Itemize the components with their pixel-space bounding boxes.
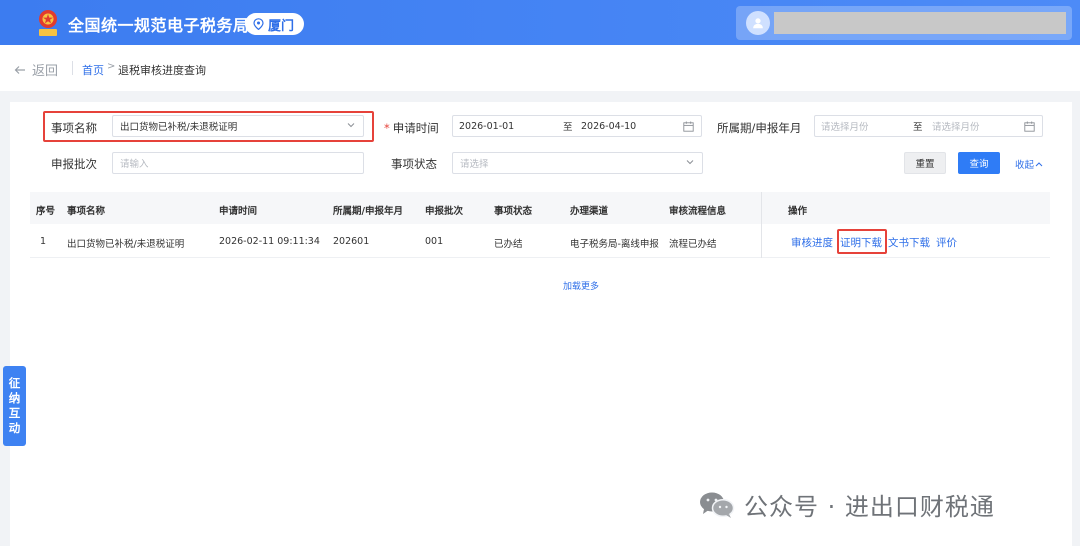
breadcrumb-separator: > xyxy=(107,61,116,72)
th-operations: 操作 xyxy=(788,206,808,217)
th-process: 审核流程信息 xyxy=(669,206,727,217)
th-item-name: 事项名称 xyxy=(67,206,106,217)
interaction-side-tab[interactable]: 征 纳 互 动 xyxy=(3,366,26,446)
cell-batch: 001 xyxy=(425,236,444,247)
reset-button[interactable]: 重置 xyxy=(904,152,946,174)
batch-label: 申报批次 xyxy=(51,157,97,171)
operations-column-divider xyxy=(761,192,762,258)
user-menu[interactable] xyxy=(736,6,1072,40)
evaluate-link[interactable]: 评价 xyxy=(936,235,957,250)
th-period: 所属期/申报年月 xyxy=(333,206,403,217)
th-batch: 申报批次 xyxy=(425,206,464,217)
breadcrumb-current: 退税审核进度查询 xyxy=(118,64,206,77)
apply-time-label-text: 申请时间 xyxy=(392,121,439,135)
back-button[interactable]: 返回 xyxy=(14,60,58,79)
collapse-label: 收起 xyxy=(1015,160,1035,171)
period-range-picker[interactable]: 请选择月份 至 请选择月份 xyxy=(814,115,1043,137)
breadcrumb-home-link[interactable]: 首页 xyxy=(82,62,104,78)
apply-time-range-picker[interactable]: 2026-01-01 至 2026-04-10 xyxy=(452,115,702,137)
document-download-link[interactable]: 文书下载 xyxy=(888,235,930,250)
cell-process: 流程已办结 xyxy=(669,239,717,250)
cell-status: 已办结 xyxy=(494,239,523,250)
cell-channel: 电子税务局-离线申报 xyxy=(570,239,659,250)
wechat-logo-icon xyxy=(700,492,735,518)
period-end-placeholder: 请选择月份 xyxy=(932,122,980,133)
breadcrumb-divider xyxy=(72,61,73,75)
cell-apply-time: 2026-02-11 09:11:34 xyxy=(219,236,320,247)
calendar-icon xyxy=(683,121,694,132)
chevron-up-icon xyxy=(1035,162,1043,167)
cell-period: 202601 xyxy=(333,236,370,247)
cell-index: 1 xyxy=(40,236,47,247)
cell-item-name: 出口货物已补税/未退税证明 xyxy=(67,239,185,250)
period-label: 所属期/申报年月 xyxy=(717,121,802,135)
back-label: 返回 xyxy=(32,64,59,79)
watermark-text: 公众号 · 进出口财税通 xyxy=(744,493,995,521)
batch-input[interactable]: 请输入 xyxy=(112,152,364,174)
site-title: 全国统一规范电子税务局 xyxy=(68,16,250,35)
status-label: 事项状态 xyxy=(391,157,437,171)
user-name-redacted xyxy=(774,12,1066,34)
batch-placeholder: 请输入 xyxy=(120,159,149,170)
status-select[interactable]: 请选择 xyxy=(452,152,703,174)
item-name-highlight-box xyxy=(43,111,374,142)
period-to: 至 xyxy=(913,122,923,133)
top-header: 全国统一规范电子税务局 厦门 xyxy=(0,0,1080,45)
th-index: 序号 xyxy=(36,206,56,217)
arrow-left-icon xyxy=(14,65,25,74)
apply-time-to: 至 xyxy=(563,122,573,133)
side-tab-char: 动 xyxy=(8,421,21,435)
certificate-download-highlight-box xyxy=(837,229,887,254)
side-tab-char: 互 xyxy=(8,406,21,420)
location-pin-icon xyxy=(253,18,264,30)
chevron-down-icon xyxy=(686,160,694,165)
table-row: 1 出口货物已补税/未退税证明 2026-02-11 09:11:34 2026… xyxy=(30,224,1050,258)
side-tab-char: 纳 xyxy=(8,391,21,405)
th-status: 事项状态 xyxy=(494,206,533,217)
th-apply-time: 申请时间 xyxy=(219,206,258,217)
query-card: 事项名称 出口货物已补税/未退税证明 * 申请时间 2026-01-01 至 20… xyxy=(10,102,1072,546)
required-mark: * xyxy=(384,121,390,135)
apply-time-end: 2026-04-10 xyxy=(581,120,637,132)
apply-time-label: * 申请时间 xyxy=(384,120,439,136)
period-start-placeholder: 请选择月份 xyxy=(821,122,869,133)
side-tab-char: 征 xyxy=(8,376,21,390)
apply-time-start: 2026-01-01 xyxy=(459,120,515,132)
table-header: 序号 事项名称 申请时间 所属期/申报年月 申报批次 事项状态 办理渠道 审核流… xyxy=(30,192,1050,224)
tax-emblem-icon xyxy=(39,10,57,36)
calendar-icon xyxy=(1024,121,1035,132)
collapse-toggle[interactable]: 收起 xyxy=(1015,157,1043,171)
breadcrumb-bar: 返回 首页 > 退税审核进度查询 xyxy=(0,45,1080,91)
load-more-link[interactable]: 加载更多 xyxy=(563,279,599,292)
city-selector[interactable]: 厦门 xyxy=(245,13,305,35)
query-button[interactable]: 查询 xyxy=(958,152,1000,174)
status-placeholder: 请选择 xyxy=(460,159,489,170)
th-channel: 办理渠道 xyxy=(570,206,609,217)
user-avatar-icon xyxy=(746,11,770,35)
wechat-watermark: 公众号 · 进出口财税通 xyxy=(698,487,995,522)
audit-progress-link[interactable]: 审核进度 xyxy=(791,235,833,250)
city-name: 厦门 xyxy=(268,18,295,34)
